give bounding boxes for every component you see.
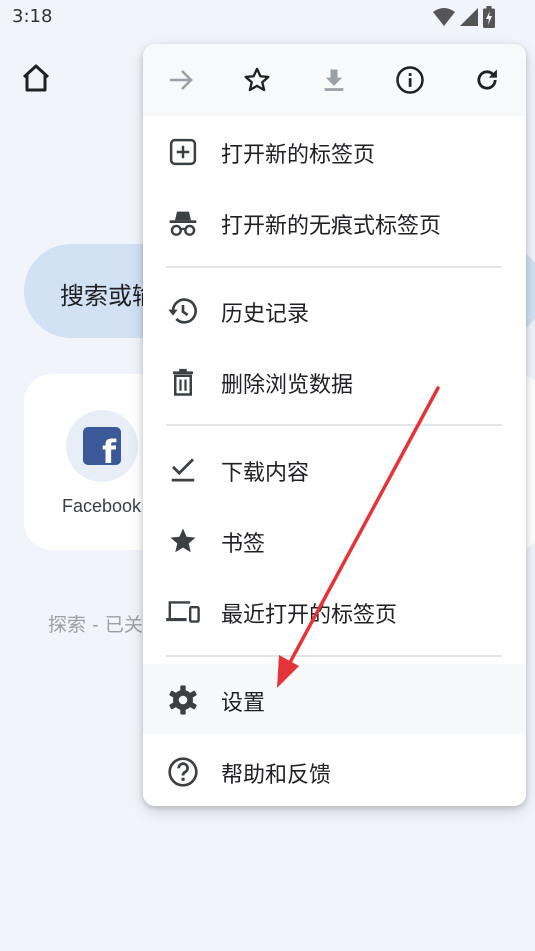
menu-item-new-incognito-tab[interactable]: 打开新的无痕式标签页 [143, 187, 526, 257]
status-bar: 3:18 [0, 0, 535, 36]
trash-icon [165, 364, 201, 400]
menu-item-label: 历史记录 [221, 302, 310, 327]
menu-item-label: 打开新的无痕式标签页 [221, 214, 442, 239]
incognito-icon [165, 205, 201, 241]
menu-item-label: 打开新的标签页 [221, 143, 376, 168]
menu-item-bookmarks[interactable]: 书签 [143, 505, 526, 575]
history-icon [165, 293, 201, 329]
menu-item-clear-browsing-data[interactable]: 删除浏览数据 [143, 346, 526, 416]
facebook-shortcut[interactable]: f [66, 410, 138, 482]
menu-item-label: 删除浏览数据 [221, 373, 354, 398]
menu-item-downloads[interactable]: 下载内容 [143, 434, 526, 504]
gear-icon [165, 682, 201, 718]
page-info-button[interactable] [392, 62, 428, 98]
download-icon [324, 69, 344, 91]
forward-button[interactable] [163, 62, 199, 98]
wifi-icon [433, 8, 455, 26]
signal-icon [460, 8, 478, 26]
home-button[interactable] [18, 60, 54, 96]
menu-divider [166, 266, 502, 268]
status-icons [433, 6, 495, 28]
menu-item-settings[interactable]: 设置 [143, 664, 526, 734]
facebook-icon: f [83, 427, 121, 471]
menu-item-new-tab[interactable]: 打开新的标签页 [143, 116, 526, 186]
star-filled-icon [165, 523, 201, 559]
forward-arrow-icon [170, 70, 193, 90]
menu-item-label: 帮助和反馈 [221, 763, 332, 788]
menu-item-label: 书签 [221, 532, 266, 557]
menu-item-recent-tabs[interactable]: 最近打开的标签页 [143, 576, 526, 646]
menu-item-label: 最近打开的标签页 [221, 603, 398, 628]
bookmark-this-page-button[interactable] [239, 62, 275, 98]
menu-toolbar [143, 44, 526, 116]
star-outline-icon [244, 67, 270, 92]
overflow-menu: 打开新的标签页 打开新的无痕式标签页 历史记录 删除浏览数据 下载内容 书签 最… [143, 44, 526, 806]
downloads-check-icon [165, 452, 201, 488]
devices-icon [165, 594, 201, 630]
menu-divider [166, 424, 502, 426]
facebook-logo-letter: f [102, 433, 116, 471]
facebook-shortcut-label[interactable]: Facebook [62, 496, 141, 517]
help-icon [165, 754, 201, 790]
discover-status-text: 探索 - 已关 [48, 614, 143, 636]
status-time: 3:18 [12, 6, 53, 27]
new-tab-icon [165, 134, 201, 170]
refresh-icon [477, 69, 497, 90]
info-icon [396, 66, 424, 94]
refresh-button[interactable] [469, 62, 505, 98]
menu-divider [166, 655, 502, 657]
home-icon [22, 64, 50, 92]
download-page-button[interactable] [316, 62, 352, 98]
menu-item-history[interactable]: 历史记录 [143, 275, 526, 345]
menu-item-label: 设置 [221, 691, 266, 716]
menu-item-label: 下载内容 [221, 461, 310, 486]
battery-charging-icon [483, 6, 495, 28]
menu-item-help-feedback[interactable]: 帮助和反馈 [143, 736, 526, 806]
search-placeholder: 搜索或输 [60, 282, 156, 310]
